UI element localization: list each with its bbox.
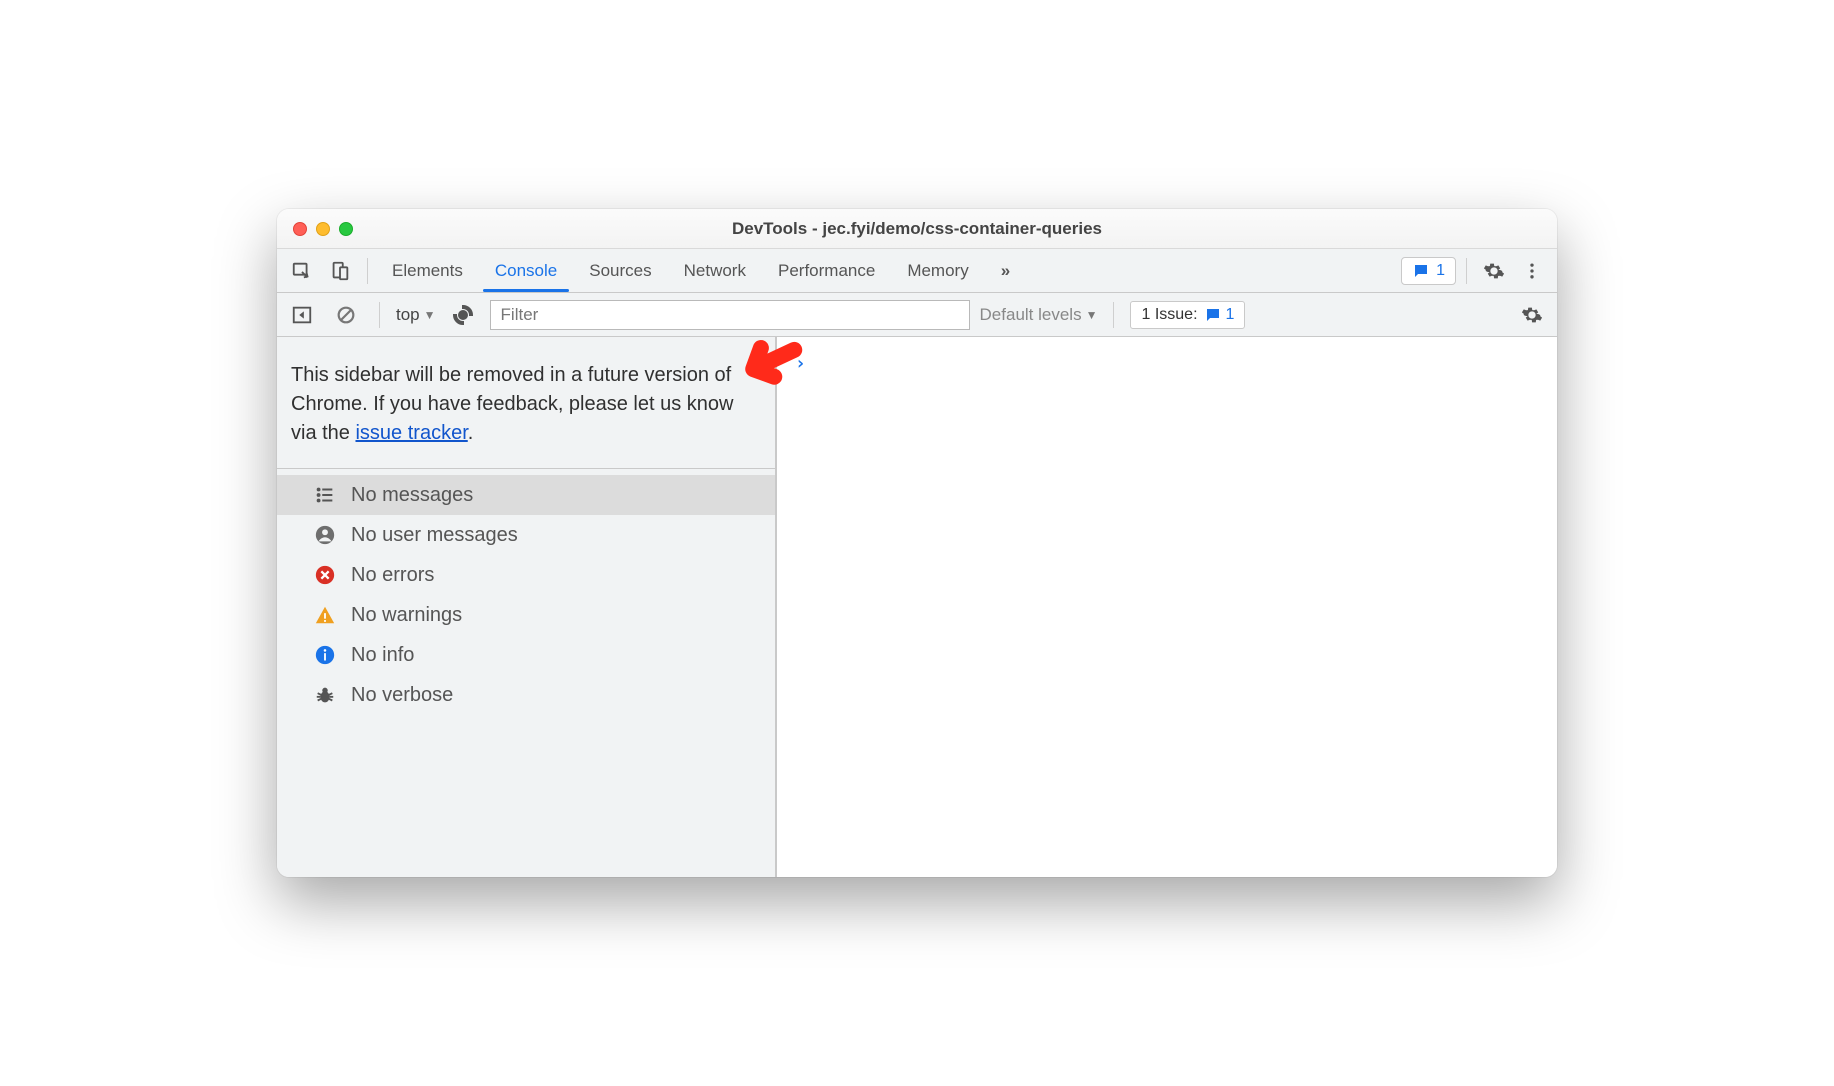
traffic-lights <box>277 222 353 236</box>
kebab-menu-icon[interactable] <box>1515 254 1549 288</box>
user-icon <box>313 523 337 547</box>
context-label: top <box>396 305 420 325</box>
category-label: No user messages <box>351 524 518 547</box>
clear-console-icon[interactable] <box>329 298 363 332</box>
category-label: No messages <box>351 484 473 507</box>
settings-icon[interactable] <box>1477 254 1511 288</box>
console-output[interactable]: › <box>777 337 1557 877</box>
console-settings-icon[interactable] <box>1515 298 1549 332</box>
titlebar: DevTools - jec.fyi/demo/css-container-qu… <box>277 209 1557 249</box>
console-sidebar: This sidebar will be removed in a future… <box>277 337 777 877</box>
category-label: No verbose <box>351 684 453 707</box>
main-toolbar: Elements Console Sources Network Perform… <box>277 249 1557 293</box>
category-verbose[interactable]: No verbose <box>277 675 775 715</box>
toolbar-divider <box>367 258 368 284</box>
context-selector[interactable]: top ▼ <box>396 305 436 325</box>
category-label: No errors <box>351 564 434 587</box>
info-icon <box>313 643 337 667</box>
tab-memory[interactable]: Memory <box>893 253 982 289</box>
log-levels-selector[interactable]: Default levels ▼ <box>980 305 1098 325</box>
message-categories: No messages No user messages No errors <box>277 469 775 715</box>
error-icon <box>313 563 337 587</box>
filter-input[interactable] <box>490 300 970 330</box>
devtools-window: DevTools - jec.fyi/demo/css-container-qu… <box>277 209 1557 877</box>
toggle-sidebar-icon[interactable] <box>285 298 319 332</box>
category-messages[interactable]: No messages <box>277 475 775 515</box>
category-label: No warnings <box>351 604 462 627</box>
tab-console[interactable]: Console <box>481 253 571 289</box>
tabs-overflow-button[interactable]: » <box>987 253 1024 289</box>
issue-tracker-link[interactable]: issue tracker <box>355 422 467 444</box>
category-errors[interactable]: No errors <box>277 555 775 595</box>
bug-icon <box>313 683 337 707</box>
device-toggle-icon[interactable] <box>323 254 357 288</box>
issues-counter-count: 1 <box>1226 306 1235 324</box>
live-expression-icon[interactable] <box>446 298 480 332</box>
zoom-window-button[interactable] <box>339 222 353 236</box>
chevron-down-icon: ▼ <box>1086 308 1098 322</box>
toolbar-divider <box>1466 258 1467 284</box>
close-window-button[interactable] <box>293 222 307 236</box>
tab-elements[interactable]: Elements <box>378 253 477 289</box>
category-user-messages[interactable]: No user messages <box>277 515 775 555</box>
issues-chip[interactable]: 1 <box>1401 257 1456 285</box>
console-toolbar: top ▼ Default levels ▼ 1 Issue: 1 <box>277 293 1557 337</box>
deprecation-notice: This sidebar will be removed in a future… <box>277 337 775 469</box>
category-label: No info <box>351 644 414 667</box>
warning-icon <box>313 603 337 627</box>
issues-chip-count: 1 <box>1436 262 1445 280</box>
window-title: DevTools - jec.fyi/demo/css-container-qu… <box>277 219 1557 239</box>
inspect-element-icon[interactable] <box>285 254 319 288</box>
notice-text-post: . <box>468 422 474 444</box>
tab-sources[interactable]: Sources <box>575 253 665 289</box>
issues-counter-label: 1 Issue: <box>1141 306 1197 324</box>
category-warnings[interactable]: No warnings <box>277 595 775 635</box>
toolbar-divider <box>379 302 380 328</box>
minimize-window-button[interactable] <box>316 222 330 236</box>
log-levels-label: Default levels <box>980 305 1082 325</box>
chevron-down-icon: ▼ <box>424 308 436 322</box>
console-prompt-icon: › <box>795 353 806 374</box>
category-info[interactable]: No info <box>277 635 775 675</box>
tab-network[interactable]: Network <box>670 253 760 289</box>
console-body: This sidebar will be removed in a future… <box>277 337 1557 877</box>
toolbar-divider <box>1113 302 1114 328</box>
tab-performance[interactable]: Performance <box>764 253 889 289</box>
issues-counter[interactable]: 1 Issue: 1 <box>1130 301 1245 329</box>
list-icon <box>313 483 337 507</box>
